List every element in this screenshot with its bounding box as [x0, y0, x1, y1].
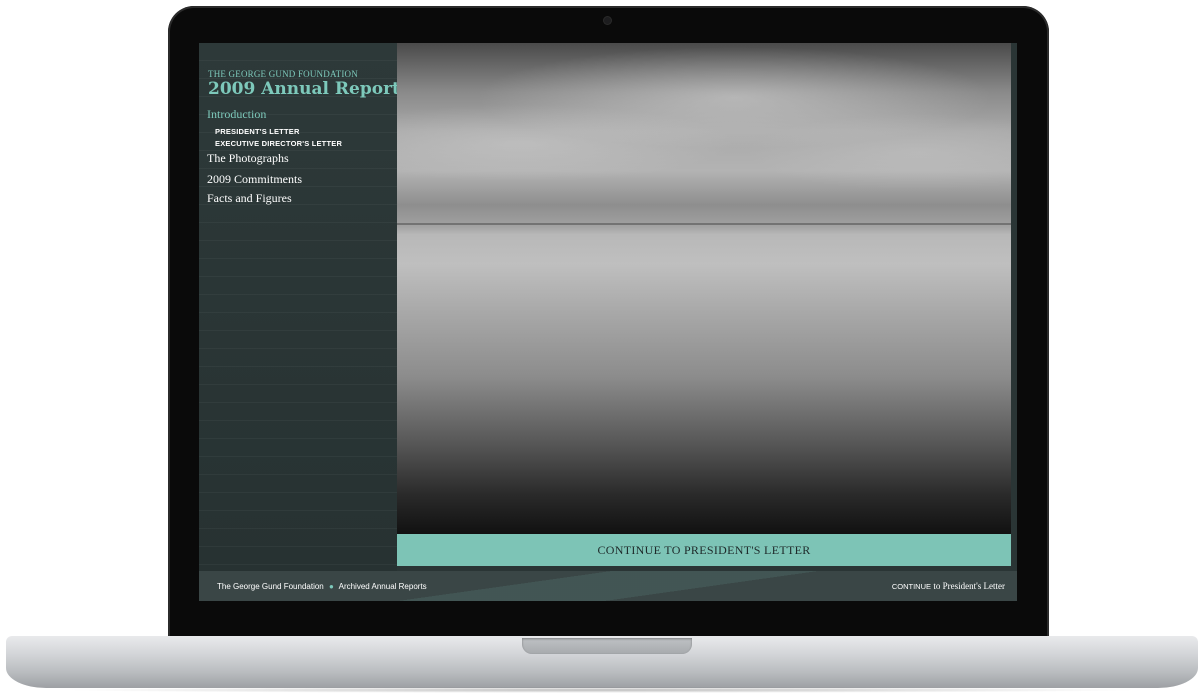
org-name: THE GEORGE GUND FOUNDATION	[208, 69, 358, 79]
screen: THE GEORGE GUND FOUNDATION 2009 Annual R…	[199, 43, 1017, 601]
footer-continue-link[interactable]: CONTINUE to President's Letter	[892, 581, 1005, 591]
nav-subitem-executive-directors-letter[interactable]: EXECUTIVE DIRECTOR'S LETTER	[215, 139, 342, 148]
nav-item-the-photographs[interactable]: The Photographs	[207, 151, 289, 166]
base-shadow	[60, 687, 1144, 693]
camera-dot	[604, 17, 611, 24]
nav-item-2009-commitments[interactable]: 2009 Commitments	[207, 172, 302, 187]
continue-to-presidents-letter-button[interactable]: CONTINUE TO PRESIDENT'S LETTER	[397, 534, 1011, 566]
footer-link-archived-reports[interactable]: Archived Annual Reports	[339, 582, 427, 591]
horizon-line	[397, 223, 1011, 225]
report-title: 2009 Annual Report	[208, 79, 400, 99]
footer-link-foundation[interactable]: The George Gund Foundation	[217, 582, 324, 591]
nav-item-facts-and-figures[interactable]: Facts and Figures	[207, 191, 292, 206]
footer-continue-target: to President's Letter	[933, 581, 1005, 591]
nav-subitem-presidents-letter[interactable]: PRESIDENT'S LETTER	[215, 127, 300, 136]
nav-item-introduction[interactable]: Introduction	[207, 107, 266, 122]
footer-continue-label: CONTINUE	[891, 582, 932, 591]
sidebar: THE GEORGE GUND FOUNDATION 2009 Annual R…	[199, 43, 400, 571]
footer: The George Gund Foundation ● Archived An…	[199, 571, 1017, 601]
lid-notch	[522, 638, 692, 654]
cloud-layer	[397, 43, 1011, 225]
footer-links: The George Gund Foundation ● Archived An…	[217, 582, 427, 591]
seascape-photograph	[397, 43, 1011, 534]
bullet-separator-icon: ●	[328, 582, 334, 591]
